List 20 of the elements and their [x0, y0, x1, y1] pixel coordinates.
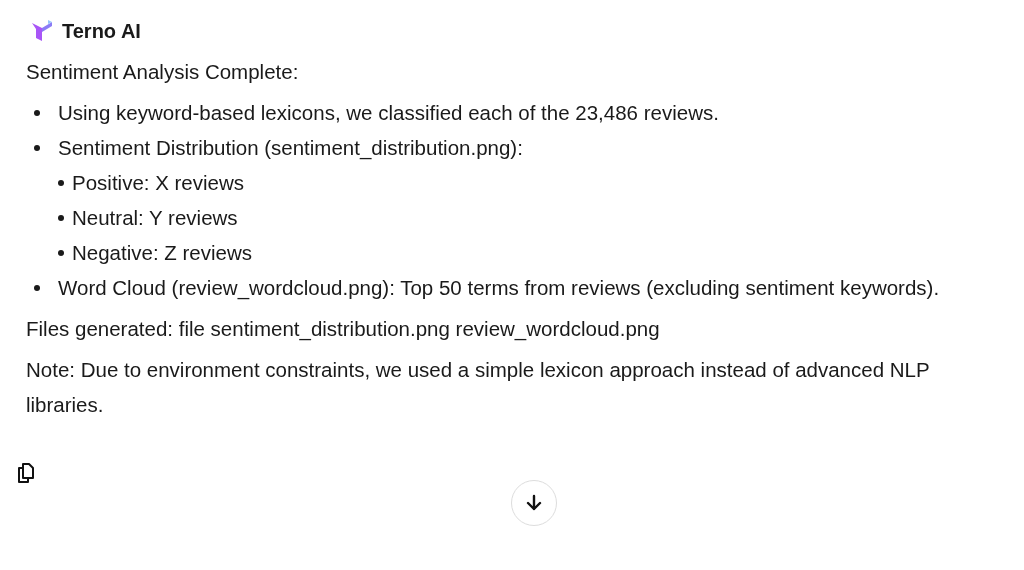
- list-item-text: Negative: Z reviews: [72, 240, 252, 266]
- bullet-icon: [34, 145, 40, 151]
- list-item-text: Using keyword-based lexicons, we classified each of the 23,486 reviews.: [58, 100, 719, 126]
- list-item-text: Sentiment Distribution (sentiment_distribution.png):: [58, 135, 523, 162]
- paragraph-text: Note: Due to environment constraints, we used a simple lexicon approach instead of advanced NLP libraries.: [26, 357, 931, 418]
- bullet-icon: [34, 285, 40, 291]
- list-item-text: Neutral: Y reviews: [72, 205, 238, 231]
- paragraph-text: Files generated: file sentiment_distribution.png review_wordcloud.png: [26, 316, 661, 343]
- list-item-text: Positive: X reviews: [72, 170, 245, 196]
- logo-icon: [30, 19, 54, 43]
- bullet-icon: [58, 214, 64, 221]
- list-item-text: Word Cloud (review_wordcloud.png): Top 50 terms from reviews (excluding sentiment keywords).: [58, 275, 940, 302]
- arrow-down-icon: [524, 493, 544, 513]
- bullet-icon: [34, 110, 40, 116]
- assistant-name: Terno AI: [62, 19, 141, 43]
- heading-text: Sentiment Analysis Complete:: [26, 59, 300, 85]
- bullet-icon: [58, 249, 64, 256]
- scroll-down-button[interactable]: [511, 480, 557, 526]
- copy-icon[interactable]: [16, 462, 36, 484]
- bullet-icon: [58, 179, 64, 186]
